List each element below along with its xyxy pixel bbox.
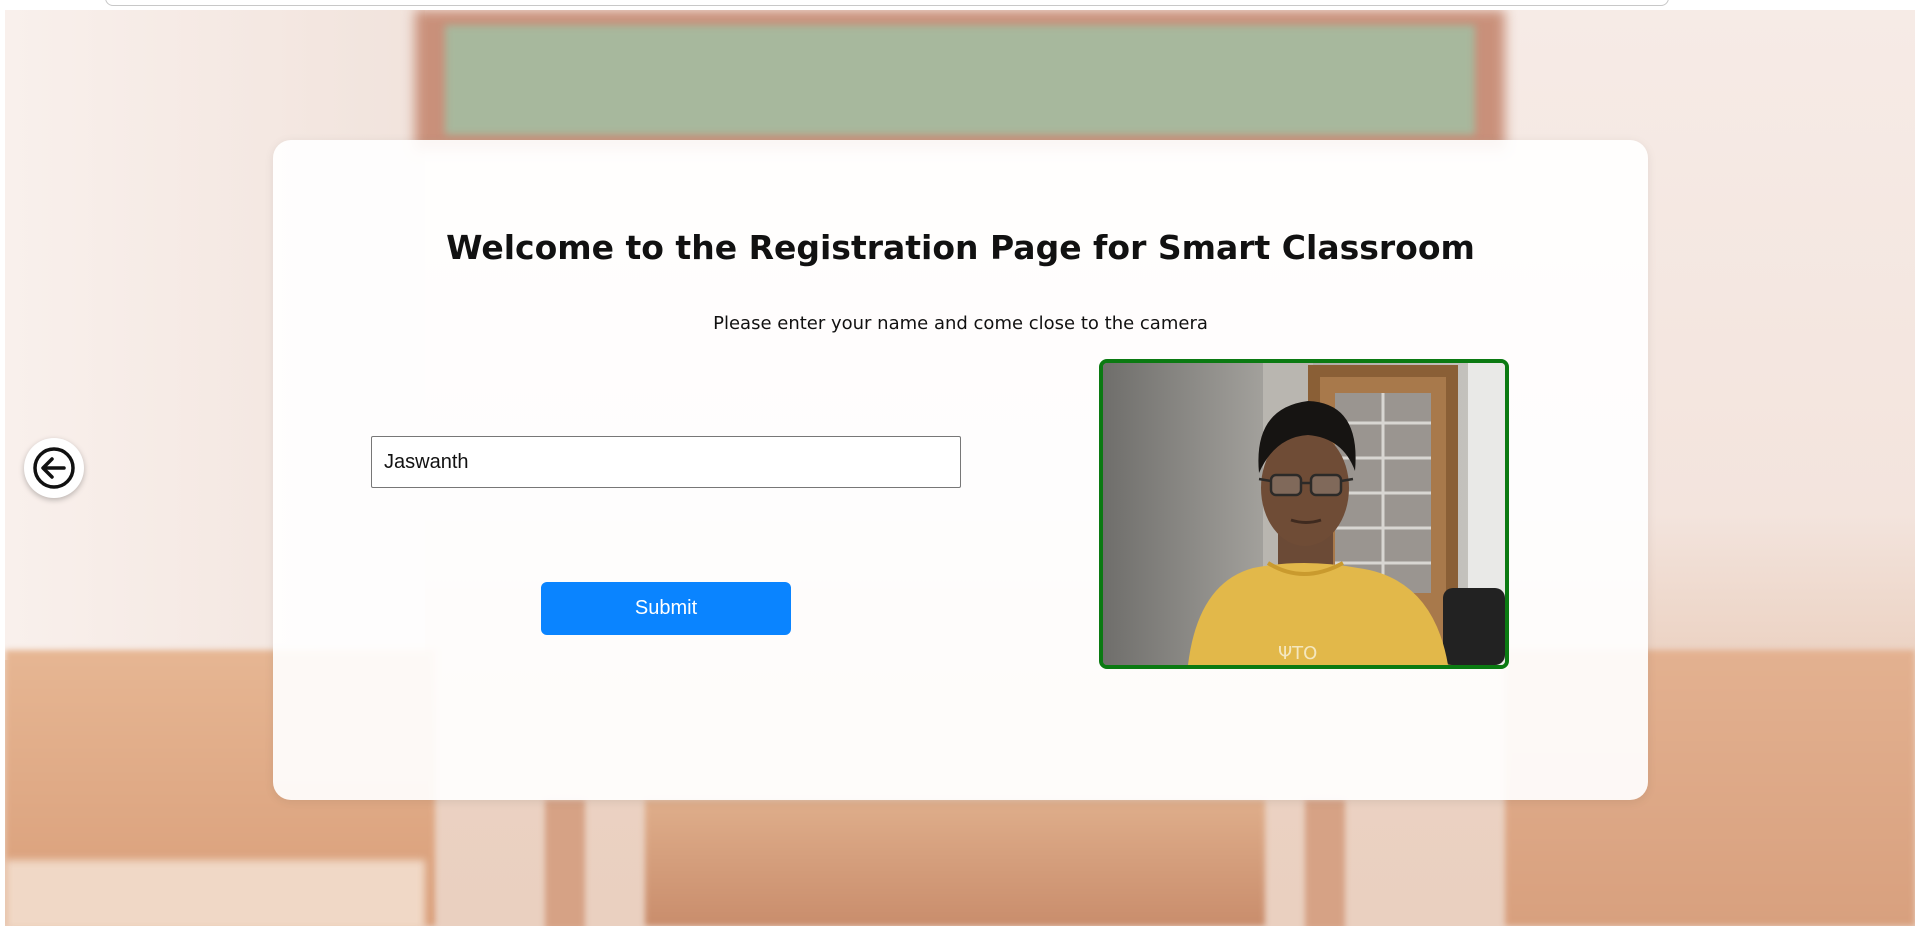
camera-video-image: ΨTO [1103,363,1505,665]
browser-address-bar-edge [105,0,1669,6]
registration-card: Welcome to the Registration Page for Sma… [273,140,1648,800]
page-title: Welcome to the Registration Page for Sma… [446,228,1475,267]
arrow-left-circle-icon [33,447,75,489]
submit-button[interactable]: Submit [541,582,791,635]
back-button[interactable] [24,438,84,498]
name-input[interactable] [371,436,961,488]
camera-feed: ΨTO [1099,359,1509,669]
svg-text:ΨTO: ΨTO [1278,643,1317,664]
page-instructions: Please enter your name and come close to… [713,313,1208,334]
